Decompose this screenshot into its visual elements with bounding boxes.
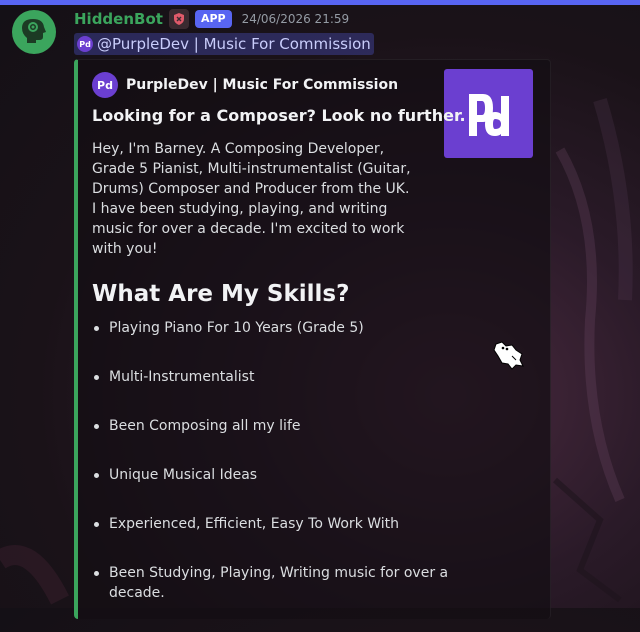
skill-item: Been Composing all my life	[92, 416, 452, 436]
bot-avatar[interactable]	[12, 10, 56, 54]
top-accent-strip	[0, 0, 640, 5]
mention-avatar-icon: Pd	[77, 36, 93, 52]
pd-logo-icon	[468, 93, 509, 136]
message-header: HiddenBot APP 24/06/2026 21:59	[74, 8, 349, 30]
skill-item: Unique Musical Ideas	[92, 465, 452, 485]
author-name: PurpleDev | Music For Commission	[126, 77, 399, 93]
skill-item: Playing Piano For 10 Years (Grade 5)	[92, 318, 452, 338]
skill-item: Been Studying, Playing, Writing music fo…	[92, 563, 452, 603]
embed-description: Hey, I'm Barney. A Composing Developer, …	[92, 141, 411, 257]
skill-item: Experienced, Efficient, Easy To Work Wit…	[92, 514, 452, 534]
skills-list: Playing Piano For 10 Years (Grade 5) Mul…	[92, 318, 452, 632]
rich-embed: Pd PurpleDev | Music For Commission Look…	[74, 59, 551, 619]
robot-head-gear-icon	[22, 19, 46, 43]
skills-heading: What Are My Skills?	[92, 281, 350, 307]
embed-author: Pd PurpleDev | Music For Commission	[92, 72, 398, 98]
embed-title: Looking for a Composer? Look no further.	[92, 106, 466, 125]
skill-item: Multi-Instrumentalist	[92, 367, 452, 387]
user-mention[interactable]: Pd @PurpleDev | Music For Commission	[74, 33, 374, 55]
mention-text: @PurpleDev | Music For Commission	[97, 35, 371, 53]
author-avatar-icon: Pd	[92, 72, 118, 98]
timestamp[interactable]: 24/06/2026 21:59	[242, 12, 350, 26]
username[interactable]: HiddenBot	[74, 10, 163, 28]
app-badge: APP	[194, 10, 232, 28]
shield-icon[interactable]	[168, 9, 189, 29]
cat-cursor-icon	[493, 341, 524, 370]
